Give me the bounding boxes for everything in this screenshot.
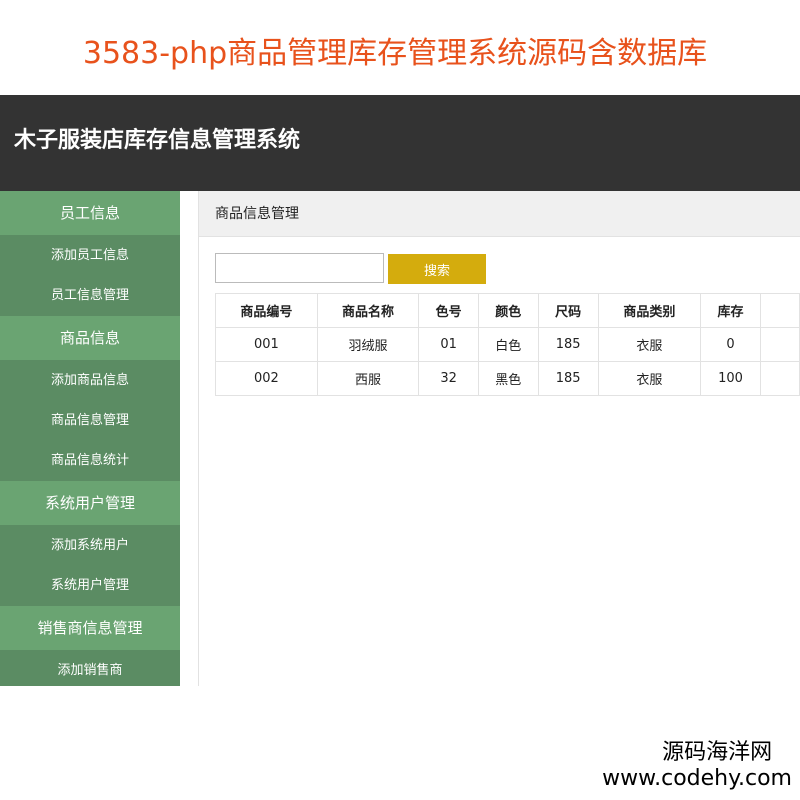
cell-product-name: 西服 <box>316 361 420 396</box>
cell-actions <box>760 327 800 362</box>
cell-category: 衣服 <box>597 361 702 396</box>
cell-stock: 0 <box>700 327 762 362</box>
sidebar-item-add-product[interactable]: 添加商品信息 <box>0 361 180 401</box>
cell-color: 白色 <box>477 327 539 362</box>
sidebar-group-product[interactable]: 商品信息 <box>0 316 180 361</box>
banner-title: 3583-php商品管理库存管理系统源码含数据库 <box>82 36 708 71</box>
sidebar: 员工信息 添加员工信息 员工信息管理 商品信息 添加商品信息 商品信息管理 商品… <box>0 191 180 686</box>
cell-product-id: 001 <box>215 327 318 362</box>
cell-size: 185 <box>537 327 599 362</box>
page-title: 商品信息管理 <box>199 191 800 237</box>
sidebar-item-system-user-management[interactable]: 系统用户管理 <box>0 566 180 606</box>
table-header-row: 商品编号 商品名称 色号 颜色 尺码 商品类别 库存 <box>215 293 800 328</box>
search-button[interactable]: 搜索 <box>388 254 486 284</box>
sidebar-item-add-employee[interactable]: 添加员工信息 <box>0 236 180 276</box>
main-panel: 商品信息管理 搜索 商品编号 商品名称 色号 颜色 尺码 商品类别 库存 001… <box>198 191 800 686</box>
app-header: 木子服装店库存信息管理系统 <box>0 95 800 191</box>
product-table: 商品编号 商品名称 色号 颜色 尺码 商品类别 库存 001 羽绒服 01 白色… <box>215 293 800 396</box>
watermark-url: www.codehy.com <box>602 766 792 791</box>
cell-stock: 100 <box>700 361 762 396</box>
cell-product-name: 羽绒服 <box>316 327 420 362</box>
search-input[interactable] <box>215 253 384 283</box>
sidebar-item-employee-management[interactable]: 员工信息管理 <box>0 276 180 316</box>
sidebar-group-system-user[interactable]: 系统用户管理 <box>0 481 180 526</box>
sidebar-item-add-system-user[interactable]: 添加系统用户 <box>0 526 180 566</box>
cell-color-code: 01 <box>418 327 479 362</box>
table-row: 001 羽绒服 01 白色 185 衣服 0 <box>215 327 800 362</box>
column-header-size: 尺码 <box>537 293 599 328</box>
sidebar-item-add-dealer[interactable]: 添加销售商 <box>0 651 180 686</box>
watermark-name: 源码海洋网 <box>662 740 773 765</box>
sidebar-item-product-statistics[interactable]: 商品信息统计 <box>0 441 180 481</box>
column-header-color: 颜色 <box>477 293 539 328</box>
sidebar-item-product-management[interactable]: 商品信息管理 <box>0 401 180 441</box>
watermark: 源码海洋网 www.codehy.com <box>602 740 792 792</box>
column-header-product-name: 商品名称 <box>316 293 420 328</box>
cell-color-code: 32 <box>418 361 479 396</box>
cell-size: 185 <box>537 361 599 396</box>
table-row: 002 西服 32 黑色 185 衣服 100 <box>215 361 800 396</box>
column-header-stock: 库存 <box>700 293 762 328</box>
column-header-color-code: 色号 <box>418 293 479 328</box>
column-header-product-id: 商品编号 <box>215 293 318 328</box>
banner: 3583-php商品管理库存管理系统源码含数据库 <box>0 0 800 95</box>
cell-product-id: 002 <box>215 361 318 396</box>
cell-category: 衣服 <box>597 327 702 362</box>
app-title: 木子服装店库存信息管理系统 <box>14 128 301 153</box>
cell-color: 黑色 <box>477 361 539 396</box>
sidebar-group-dealer[interactable]: 销售商信息管理 <box>0 606 180 651</box>
sidebar-group-employee[interactable]: 员工信息 <box>0 191 180 236</box>
column-header-category: 商品类别 <box>597 293 702 328</box>
column-header-actions <box>760 293 800 328</box>
cell-actions <box>760 361 800 396</box>
